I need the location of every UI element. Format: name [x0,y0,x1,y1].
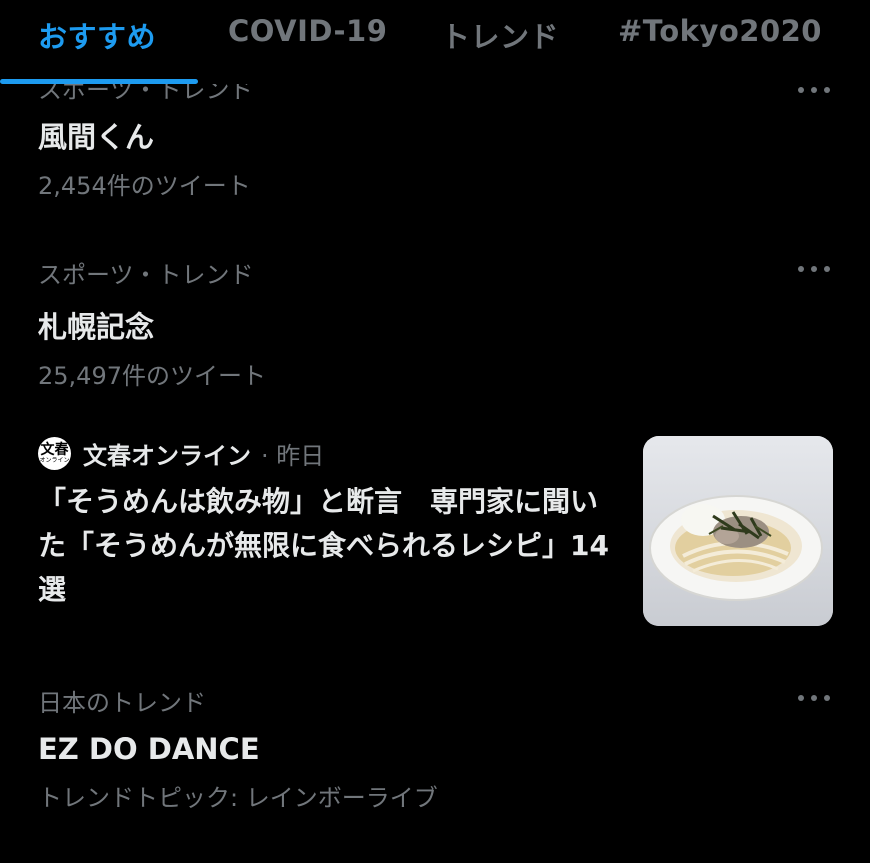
bunshun-logo-icon: 文春 オンライン [38,437,71,470]
news-source: 文春 オンライン 文春オンライン · 昨日 [38,436,324,471]
trend-topic: トレンドトピック: レインボーライブ [38,784,438,812]
more-options-icon[interactable] [798,693,830,703]
news-thumbnail[interactable] [643,436,833,626]
news-source-name: 文春オンライン [83,442,251,470]
news-headline: 「そうめんは飲み物」と断言 専門家に聞いた「そうめんが無限に食べられるレシピ」1… [38,485,609,606]
news-timestamp: · 昨日 [261,442,325,470]
more-options-icon[interactable] [798,85,830,95]
tab-tokyo2020[interactable]: #Tokyo2020 [618,14,822,48]
trend-category: スポーツ・トレンド [38,261,254,289]
trend-title: 風間くん [38,120,155,154]
trend-tweet-count: 25,497件のツイート [38,362,266,390]
trend-item[interactable]: 日本のトレンド EZ DO DANCE トレンドトピック: レインボーライブ [38,683,838,813]
tab-covid19[interactable]: COVID-19 [228,14,387,48]
trend-item[interactable]: スポーツ・トレンド 札幌記念 25,497件のツイート [38,255,838,391]
trend-title: 札幌記念 [38,310,155,344]
tab-trends[interactable]: トレンド [441,14,559,56]
trend-category: 日本のトレンド [38,689,206,717]
active-tab-indicator [0,79,198,84]
trend-tweet-count: 2,454件のツイート [38,172,251,200]
tab-recommended[interactable]: おすすめ [38,14,156,56]
news-card[interactable]: 文春 オンライン 文春オンライン · 昨日 「そうめんは飲み物」と断言 専門家に… [38,436,838,636]
more-options-icon[interactable] [798,264,830,274]
trend-title: EZ DO DANCE [38,732,260,766]
somen-dish-photo-icon [643,436,833,626]
explore-tab-bar: おすすめ COVID-19 トレンド #Tokyo2020 [0,0,870,84]
trend-item[interactable]: 風間くん 2,454件のツイート [38,114,838,201]
